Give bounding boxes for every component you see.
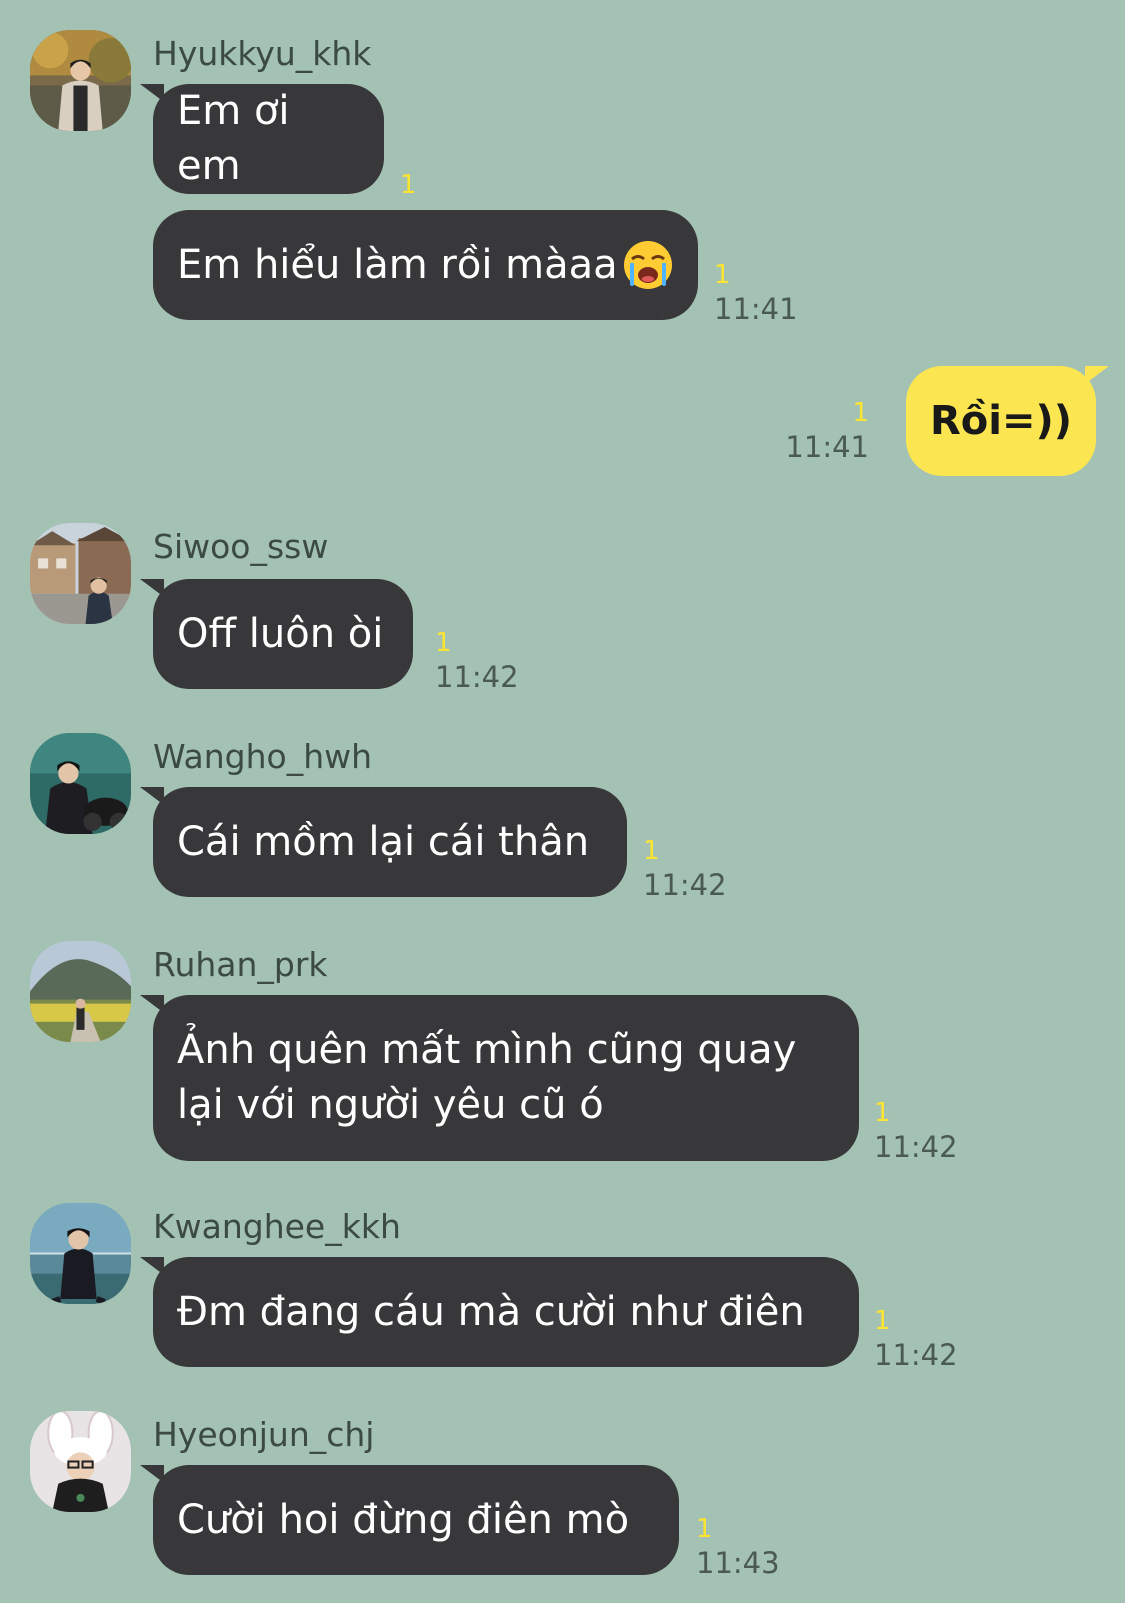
loudly-crying-face-icon xyxy=(622,239,674,291)
message-bubble[interactable]: Đm đang cáu mà cười như điên xyxy=(140,1257,859,1367)
timestamp: 11:42 xyxy=(435,660,519,694)
avatar-hyeonjun[interactable] xyxy=(30,1411,131,1512)
timestamp: 11:42 xyxy=(874,1130,958,1164)
message-meta: 1 11:41 xyxy=(714,258,798,326)
unread-count: 1 xyxy=(852,398,869,428)
unread-count: 1 xyxy=(874,1098,891,1128)
timestamp: 11:43 xyxy=(696,1546,780,1580)
unread-count: 1 xyxy=(714,260,731,290)
sender-name: Siwoo_ssw xyxy=(153,527,329,566)
message-meta: 1 11:42 xyxy=(874,1304,958,1372)
unread-count: 1 xyxy=(400,170,417,200)
avatar-siwoo[interactable] xyxy=(30,523,131,624)
message-text: Rồi=)) xyxy=(929,397,1073,444)
sender-name: Kwanghee_kkh xyxy=(153,1207,401,1246)
message-bubble[interactable]: Off luôn òi xyxy=(140,579,413,689)
message-text: Cười hoi đừng điên mò xyxy=(177,1496,630,1543)
timestamp: 11:42 xyxy=(874,1338,958,1372)
message-meta: 1 11:42 xyxy=(874,1096,958,1164)
unread-count: 1 xyxy=(643,836,660,866)
message-text: Em hiểu làm rồi màaa xyxy=(177,241,618,288)
message-bubble[interactable]: Cười hoi đừng điên mò xyxy=(140,1465,679,1575)
message-bubble[interactable]: Em hiểu làm rồi màaa xyxy=(153,210,698,320)
message-bubble[interactable]: Ảnh quên mất mình cũng quay lại với ngườ… xyxy=(140,995,859,1161)
message-text: Cái mồm lại cái thân xyxy=(177,818,590,865)
message-text: Em ơi em xyxy=(177,88,290,189)
timestamp: 11:42 xyxy=(643,868,727,902)
message-meta: 1 11:41 xyxy=(785,396,869,464)
sender-name: Ruhan_prk xyxy=(153,945,328,984)
sender-name: Hyukkyu_khk xyxy=(153,34,372,73)
unread-count: 1 xyxy=(435,628,452,658)
message-bubble[interactable]: Cái mồm lại cái thân xyxy=(140,787,627,897)
timestamp: 11:41 xyxy=(714,292,798,326)
message-bubble[interactable]: Em ơi em xyxy=(140,84,384,194)
unread-count: 1 xyxy=(874,1306,891,1336)
message-meta: 1 11:42 xyxy=(643,834,727,902)
message-text: Off luôn òi xyxy=(177,610,384,657)
avatar-ruhan[interactable] xyxy=(30,941,131,1042)
message-meta: 1 xyxy=(400,168,417,202)
message-text: Đm đang cáu mà cười như điên xyxy=(177,1288,805,1335)
sender-name: Wangho_hwh xyxy=(153,737,373,776)
avatar-wangho[interactable] xyxy=(30,733,131,834)
avatar-kwanghee[interactable] xyxy=(30,1203,131,1304)
message-text: Ảnh quên mất mình cũng quay lại với ngườ… xyxy=(177,1027,797,1128)
timestamp: 11:41 xyxy=(785,430,869,464)
my-message-bubble[interactable]: Rồi=)) xyxy=(906,366,1109,476)
message-meta: 1 11:43 xyxy=(696,1512,780,1580)
message-meta: 1 11:42 xyxy=(435,626,519,694)
avatar-hyukkyu[interactable] xyxy=(30,30,131,131)
sender-name: Hyeonjun_chj xyxy=(153,1415,375,1454)
unread-count: 1 xyxy=(696,1514,713,1544)
